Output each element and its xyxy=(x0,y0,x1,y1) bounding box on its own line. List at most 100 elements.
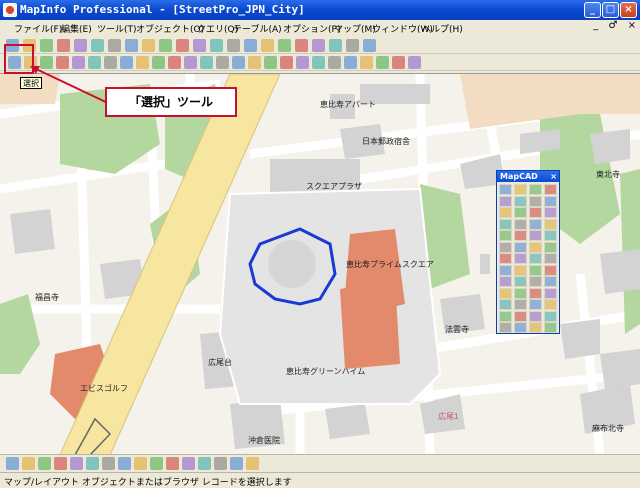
mapcad-tool-button[interactable] xyxy=(544,276,557,287)
toolbar-button[interactable] xyxy=(295,39,308,52)
toolbar-button[interactable] xyxy=(360,56,373,69)
menu-tools[interactable]: ツール(T) xyxy=(97,22,137,35)
mapcad-tool-button[interactable] xyxy=(514,218,527,230)
mapcad-tool-button[interactable] xyxy=(499,218,512,230)
mapcad-tool-button[interactable] xyxy=(514,184,527,195)
mapcad-tool-button[interactable] xyxy=(529,322,542,333)
mapcad-tool-button[interactable] xyxy=(514,310,527,322)
mapcad-tool-button[interactable] xyxy=(499,184,512,195)
mapcad-tool-button[interactable] xyxy=(499,322,512,333)
mapcad-tool-button[interactable] xyxy=(529,184,542,195)
toolbar-button[interactable] xyxy=(280,56,293,69)
toolbar-button[interactable] xyxy=(296,56,309,69)
toolbar-button[interactable] xyxy=(184,56,197,69)
toolbar-button[interactable] xyxy=(108,39,121,52)
toolbar-button[interactable] xyxy=(312,56,325,69)
mapcad-tool-button[interactable] xyxy=(544,241,557,253)
mapcad-tool-button[interactable] xyxy=(514,207,527,218)
toolbar-button[interactable] xyxy=(261,39,274,52)
toolbar-button[interactable] xyxy=(328,56,341,69)
toolbar-button[interactable] xyxy=(182,457,195,470)
title-bar[interactable]: MapInfo Professional - [StreetPro_JPN_Ci… xyxy=(0,0,640,20)
mapcad-tool-button[interactable] xyxy=(499,276,512,287)
toolbar-button[interactable] xyxy=(230,457,243,470)
menu-help[interactable]: ヘルプ(H) xyxy=(422,22,463,35)
toolbar-button[interactable] xyxy=(166,457,179,470)
mapcad-tool-button[interactable] xyxy=(499,299,512,310)
mapcad-tool-button[interactable] xyxy=(529,218,542,230)
mapcad-tool-button[interactable] xyxy=(499,230,512,241)
toolbar-button[interactable] xyxy=(57,39,70,52)
toolbar-button[interactable] xyxy=(408,56,421,69)
mapcad-tool-button[interactable] xyxy=(514,322,527,333)
toolbar-button[interactable] xyxy=(86,457,99,470)
mapcad-tool-button[interactable] xyxy=(499,287,512,299)
toolbar-button[interactable] xyxy=(244,39,257,52)
menu-map[interactable]: マップ(M) xyxy=(334,22,376,35)
mapcad-tool-button[interactable] xyxy=(514,299,527,310)
close-button[interactable]: × xyxy=(620,2,637,18)
toolbar-button[interactable] xyxy=(150,457,163,470)
toolbar-button[interactable] xyxy=(193,39,206,52)
toolbar-button[interactable] xyxy=(210,39,223,52)
mapcad-tool-button[interactable] xyxy=(529,207,542,218)
menu-file[interactable]: ファイル(F) xyxy=(14,22,62,35)
mapcad-tool-button[interactable] xyxy=(544,195,557,207)
mapcad-tool-button[interactable] xyxy=(544,322,557,333)
mapcad-tool-button[interactable] xyxy=(529,287,542,299)
mapcad-tool-button[interactable] xyxy=(499,241,512,253)
toolbar-button[interactable] xyxy=(40,39,53,52)
mapcad-tool-button[interactable] xyxy=(514,276,527,287)
toolbar-button[interactable] xyxy=(125,39,138,52)
mapcad-tool-button[interactable] xyxy=(514,241,527,253)
toolbar-button[interactable] xyxy=(74,39,87,52)
mapcad-tool-button[interactable] xyxy=(529,230,542,241)
mapcad-tool-button[interactable] xyxy=(529,276,542,287)
toolbar-button[interactable] xyxy=(6,457,19,470)
toolbar-button[interactable] xyxy=(214,457,227,470)
mapcad-titlebar[interactable]: MapCAD × xyxy=(497,171,559,182)
mapcad-tool-button[interactable] xyxy=(499,207,512,218)
mapcad-tool-button[interactable] xyxy=(544,264,557,276)
mapcad-tool-button[interactable] xyxy=(514,287,527,299)
toolbar-button[interactable] xyxy=(376,56,389,69)
mapcad-tool-button[interactable] xyxy=(529,310,542,322)
menu-table[interactable]: テーブル(A) xyxy=(233,22,282,35)
mapcad-tool-button[interactable] xyxy=(544,287,557,299)
toolbar-button[interactable] xyxy=(232,56,245,69)
mapcad-tool-button[interactable] xyxy=(499,253,512,264)
mapcad-close-button[interactable]: × xyxy=(550,171,557,182)
toolbar-button[interactable] xyxy=(278,39,291,52)
mapcad-tool-button[interactable] xyxy=(514,230,527,241)
toolbar-button[interactable] xyxy=(176,39,189,52)
toolbar-button[interactable] xyxy=(38,457,51,470)
mapcad-tool-button[interactable] xyxy=(529,299,542,310)
mapcad-tool-button[interactable] xyxy=(544,310,557,322)
toolbar-button[interactable] xyxy=(168,56,181,69)
mapcad-tool-button[interactable] xyxy=(499,195,512,207)
toolbar-button[interactable] xyxy=(54,457,67,470)
mapcad-tool-button[interactable] xyxy=(544,299,557,310)
toolbar-button[interactable] xyxy=(136,56,149,69)
maximize-button[interactable]: □ xyxy=(602,2,619,18)
mdi-restore-button[interactable]: ♂ xyxy=(608,20,617,31)
toolbar-button[interactable] xyxy=(200,56,213,69)
toolbar-button[interactable] xyxy=(70,457,83,470)
mapcad-tool-button[interactable] xyxy=(514,195,527,207)
toolbar-button[interactable] xyxy=(102,457,115,470)
toolbar-button[interactable] xyxy=(344,56,357,69)
toolbar-button[interactable] xyxy=(312,39,325,52)
mapcad-tool-button[interactable] xyxy=(529,264,542,276)
menu-options[interactable]: オプション(P) xyxy=(283,22,340,35)
toolbar-button[interactable] xyxy=(216,56,229,69)
mapcad-tool-button[interactable] xyxy=(544,253,557,264)
mapcad-tool-button[interactable] xyxy=(544,184,557,195)
mdi-close-button[interactable]: × xyxy=(628,20,636,31)
mapcad-tool-button[interactable] xyxy=(529,195,542,207)
menu-edit[interactable]: 編集(E) xyxy=(61,22,92,35)
toolbar-button[interactable] xyxy=(91,39,104,52)
toolbar-button[interactable] xyxy=(392,56,405,69)
mdi-minimize-button[interactable]: _ xyxy=(593,20,598,31)
menu-objects[interactable]: オブジェクト(O) xyxy=(136,22,204,35)
toolbar-button[interactable] xyxy=(198,457,211,470)
